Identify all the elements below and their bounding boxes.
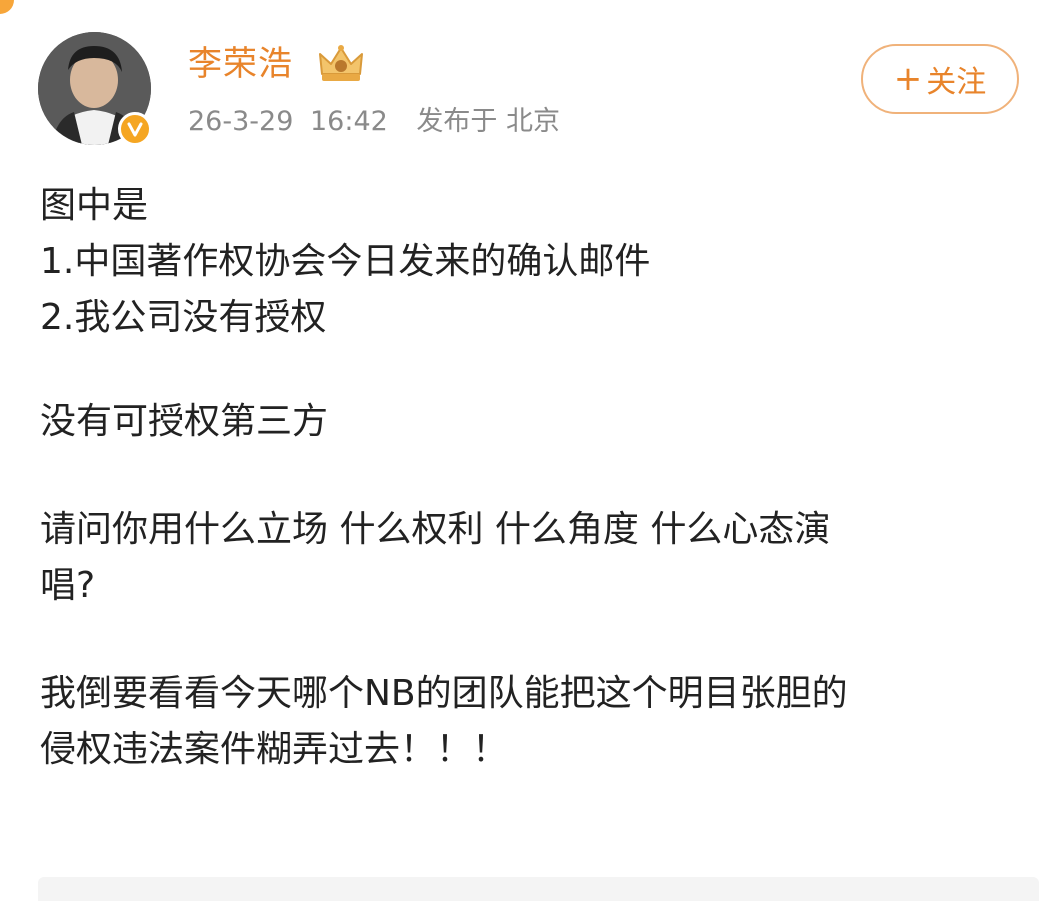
post-line: 请问你用什么立场 什么权利 什么角度 什么心态演 xyxy=(40,509,831,550)
embedded-card-edge xyxy=(38,877,1039,901)
post-line: 没有可授权第三方 xyxy=(40,401,329,442)
crown-icon xyxy=(316,44,366,84)
post-content: 图中是 1.中国著作权协会今日发来的确认邮件 2.我公司没有授权 没有可授权第三… xyxy=(40,178,1019,778)
post-header: 李荣浩 26-3-29 16:42 发布于 北京 + 关注 xyxy=(38,32,1019,152)
post-line: 1.中国著作权协会今日发来的确认邮件 xyxy=(40,241,651,282)
post-line: 我倒要看看今天哪个NB的团队能把这个明目张胆的 xyxy=(40,673,848,714)
follow-button[interactable]: + 关注 xyxy=(861,44,1019,114)
post-line: 2.我公司没有授权 xyxy=(40,297,327,338)
post-time: 16:42 xyxy=(309,106,388,137)
post-line: 唱? xyxy=(40,565,96,606)
post-line: 侵权违法案件糊弄过去！！！ xyxy=(40,729,509,770)
plus-icon: + xyxy=(893,59,923,99)
post-date: 26-3-29 xyxy=(188,106,294,137)
post-meta: 26-3-29 16:42 发布于 北京 xyxy=(188,104,560,140)
corner-accent xyxy=(0,0,14,14)
post-location: 发布于 北京 xyxy=(416,106,560,137)
post-line: 图中是 xyxy=(40,185,149,226)
verified-v-icon xyxy=(118,112,152,146)
follow-label: 关注 xyxy=(926,65,987,100)
weibo-post: 李荣浩 26-3-29 16:42 发布于 北京 + 关注 图中是 1.中国著作… xyxy=(0,0,1057,901)
user-name[interactable]: 李荣浩 xyxy=(188,42,293,86)
